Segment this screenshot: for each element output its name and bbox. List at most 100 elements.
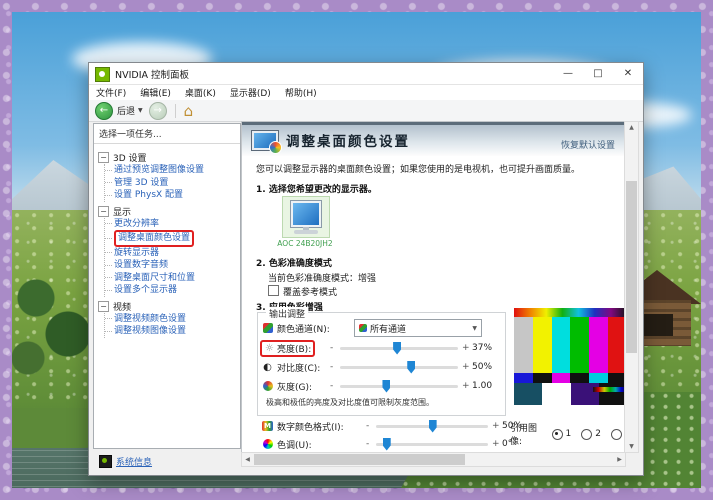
override-row[interactable]: 覆盖参考模式 bbox=[268, 285, 337, 298]
contrast-value: 50% bbox=[472, 362, 492, 372]
content-pane: 调整桌面颜色设置 恢复默认设置 您可以调整显示器的桌面颜色设置；如果您使用的是电… bbox=[241, 121, 626, 453]
tree-item-label: 更改分辨率 bbox=[114, 218, 159, 231]
scroll-right-icon[interactable]: ▶ bbox=[614, 453, 625, 466]
test-pattern-gradient bbox=[514, 308, 626, 317]
reference-radio-1[interactable] bbox=[552, 429, 563, 440]
tree-node-label: 显示 bbox=[113, 205, 131, 218]
test-pattern-cell bbox=[589, 317, 608, 373]
gamma-slider[interactable] bbox=[340, 385, 458, 388]
override-checkbox[interactable] bbox=[268, 285, 279, 296]
step1-heading: 1. 选择您希望更改的显示器。 bbox=[256, 182, 377, 195]
tree-item-label: 调整视频颜色设置 bbox=[114, 313, 186, 326]
system-info-icon bbox=[99, 455, 112, 468]
color-channel-dropdown[interactable]: 所有通道 ▼ bbox=[354, 319, 482, 337]
brightness-slider-thumb[interactable] bbox=[393, 342, 401, 355]
tree-node-label: 视频 bbox=[113, 300, 131, 313]
bushes bbox=[12, 262, 92, 382]
title-bar[interactable]: NVIDIA 控制面板 — □ ✕ bbox=[89, 63, 643, 85]
scroll-left-icon[interactable]: ◀ bbox=[242, 453, 253, 466]
contrast-slider-thumb[interactable] bbox=[407, 361, 415, 374]
minimize-button[interactable]: — bbox=[553, 63, 583, 84]
home-icon[interactable]: ⌂ bbox=[184, 104, 194, 118]
tree-node-label: 3D 设置 bbox=[113, 151, 147, 164]
color-channel-value: 所有通道 bbox=[370, 322, 406, 335]
groupbox-label: 输出调整 bbox=[266, 307, 308, 320]
system-info[interactable]: 系统信息 bbox=[99, 455, 152, 468]
vibrance-slider[interactable] bbox=[376, 425, 488, 428]
vibrance-slider-thumb[interactable] bbox=[429, 420, 437, 433]
red-annotation-box: ☼ 亮度(B): bbox=[260, 340, 315, 357]
sidebar-item-physx[interactable]: 设置 PhysX 配置 bbox=[105, 189, 238, 202]
intro-text: 您可以调整显示器的桌面颜色设置；如果您使用的是电视机，也可提升画面质量。 bbox=[256, 162, 615, 175]
tree-node-3d-settings[interactable]: − 3D 设置 bbox=[98, 151, 238, 164]
collapse-icon[interactable]: − bbox=[98, 152, 109, 163]
brightness-icon: ☼ bbox=[264, 343, 275, 354]
horizontal-scrollbar[interactable]: ◀ ▶ bbox=[241, 452, 626, 467]
tree-item-label: 设置多个显示器 bbox=[114, 284, 177, 297]
menu-display[interactable]: 显示器(D) bbox=[223, 85, 278, 100]
hue-slider-thumb[interactable] bbox=[383, 438, 391, 451]
page-header: 调整桌面颜色设置 恢复默认设置 bbox=[242, 122, 625, 156]
page-title: 调整桌面颜色设置 bbox=[286, 130, 410, 150]
test-pattern-cell bbox=[589, 373, 608, 383]
monitor-screen-icon bbox=[291, 201, 321, 227]
vibrance-row: M 数字颜色格式(I): - + 50% bbox=[258, 418, 508, 434]
nvidia-control-panel-window: NVIDIA 控制面板 — □ ✕ 文件(F) 编辑(E) 桌面(K) 显示器(… bbox=[88, 62, 644, 476]
reference-radio-3[interactable] bbox=[611, 429, 622, 440]
back-dropdown-icon[interactable]: ▼ bbox=[138, 107, 143, 114]
system-info-link[interactable]: 系统信息 bbox=[116, 455, 152, 468]
sidebar-item-video-image[interactable]: 调整视频图像设置 bbox=[105, 325, 238, 338]
menu-desktop[interactable]: 桌面(K) bbox=[178, 85, 223, 100]
vertical-scroll-thumb[interactable] bbox=[626, 181, 637, 353]
slider-minus: - bbox=[366, 439, 369, 449]
tree-item-label: 调整桌面尺寸和位置 bbox=[114, 272, 195, 285]
sidebar-item-manage-3d[interactable]: 管理 3D 设置 bbox=[105, 177, 238, 190]
close-button[interactable]: ✕ bbox=[613, 63, 643, 84]
restore-defaults-link[interactable]: 恢复默认设置 bbox=[561, 138, 615, 151]
scroll-down-icon[interactable]: ▼ bbox=[625, 441, 638, 452]
reference-radio-1-label: 1 bbox=[566, 429, 572, 439]
back-label[interactable]: 后退 bbox=[117, 104, 135, 117]
forward-button[interactable]: → bbox=[149, 102, 167, 120]
digital-vibrance-icon: M bbox=[262, 421, 273, 431]
horizontal-scroll-thumb[interactable] bbox=[254, 454, 465, 465]
gamma-slider-thumb[interactable] bbox=[382, 380, 390, 393]
slider-plus: + bbox=[462, 362, 470, 372]
tree-item-label: 设置 PhysX 配置 bbox=[114, 189, 183, 202]
menu-edit[interactable]: 编辑(E) bbox=[133, 85, 178, 100]
contrast-icon: ◐ bbox=[262, 362, 273, 373]
maximize-button[interactable]: □ bbox=[583, 63, 613, 84]
vibrance-label: 数字颜色格式(I): bbox=[277, 420, 344, 433]
sidebar-item-preview-image[interactable]: 通过预览调整图像设置 bbox=[105, 164, 238, 177]
task-tree: − 3D 设置 通过预览调整图像设置 管理 3D 设置 设置 PhysX 配置 … bbox=[94, 144, 240, 338]
sidebar-item-adjust-desktop-color[interactable]: 调整桌面颜色设置 bbox=[105, 230, 238, 247]
sidebar-item-video-color[interactable]: 调整视频颜色设置 bbox=[105, 313, 238, 326]
monitor-tile[interactable] bbox=[282, 196, 330, 238]
test-pattern-cell bbox=[533, 317, 552, 373]
sidebar-item-rotate-display[interactable]: 旋转显示器 bbox=[105, 247, 238, 260]
sidebar-item-change-resolution[interactable]: 更改分辨率 bbox=[105, 218, 238, 231]
collapse-icon[interactable]: − bbox=[98, 206, 109, 217]
brightness-slider[interactable] bbox=[340, 347, 458, 350]
test-pattern-strips bbox=[514, 373, 626, 383]
range-note: 极高和极低的亮度及对比度值可限制灰度范围。 bbox=[266, 397, 434, 408]
tree-item-label: 调整视频图像设置 bbox=[114, 325, 186, 338]
menu-help[interactable]: 帮助(H) bbox=[278, 85, 324, 100]
menu-bar: 文件(F) 编辑(E) 桌面(K) 显示器(D) 帮助(H) bbox=[89, 85, 643, 101]
back-button[interactable]: ← bbox=[95, 102, 113, 120]
reference-radio-2[interactable] bbox=[581, 429, 592, 440]
contrast-slider[interactable] bbox=[340, 366, 458, 369]
collapse-icon[interactable]: − bbox=[98, 301, 109, 312]
hue-slider[interactable] bbox=[376, 443, 488, 446]
tree-node-display[interactable]: − 显示 bbox=[98, 205, 238, 218]
menu-file[interactable]: 文件(F) bbox=[89, 85, 133, 100]
hue-row: 色调(U): - + 0° bbox=[258, 436, 508, 452]
sidebar-item-multiple-displays[interactable]: 设置多个显示器 bbox=[105, 284, 238, 297]
vertical-scrollbar[interactable]: ▲ ▼ bbox=[624, 121, 639, 453]
hue-label: 色调(U): bbox=[277, 438, 312, 451]
slider-plus: + bbox=[492, 439, 500, 449]
scroll-up-icon[interactable]: ▲ bbox=[625, 122, 638, 133]
sidebar-item-digital-audio[interactable]: 设置数字音频 bbox=[105, 259, 238, 272]
sidebar-item-desktop-size[interactable]: 调整桌面尺寸和位置 bbox=[105, 272, 238, 285]
tree-node-video[interactable]: − 视频 bbox=[98, 300, 238, 313]
